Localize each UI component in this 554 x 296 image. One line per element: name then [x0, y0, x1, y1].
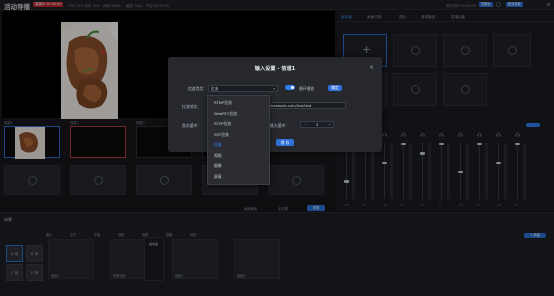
close-icon[interactable]: ×	[369, 64, 374, 71]
channel-type-value: 拉流	[211, 87, 219, 91]
dropdown-option[interactable]: RTMP拉流	[214, 100, 232, 106]
chevron-down-icon: ▾	[273, 87, 275, 91]
dialog-title: 输入设置 - 信道1	[254, 66, 296, 72]
dropdown-option[interactable]: RTSP拉流	[214, 121, 231, 127]
channel-type-dropdown: RTMP拉流 WebRTC拉流 RTSP拉流 SRT拉流拉流视频摄像屏幕	[207, 95, 270, 185]
channel-type-select[interactable]: 拉流 ▾	[208, 85, 278, 92]
input-settings-dialog: 输入设置 - 信道1 × 信道类型： 拉流 ▾ 循环播放 确定 拉流地址： rt…	[168, 57, 382, 152]
initial-buffer-label: 首次缓冲：	[182, 123, 201, 128]
apply-button[interactable]: 确定	[328, 85, 342, 91]
dropdown-option[interactable]: 视频	[214, 153, 222, 159]
channel-type-label: 信道类型：	[188, 86, 207, 91]
plus-icon[interactable]: +	[328, 122, 331, 127]
max-buffer-stepper[interactable]: − 3 +	[300, 121, 334, 128]
loop-toggle[interactable]	[285, 85, 295, 90]
dropdown-option[interactable]: 屏幕	[214, 174, 222, 180]
dropdown-option[interactable]: SRT拉流	[214, 132, 229, 138]
loop-label: 循环播放	[299, 86, 315, 91]
minus-icon[interactable]: −	[304, 122, 307, 127]
max-buffer-label: 最大缓冲：	[270, 123, 289, 128]
dropdown-option[interactable]: 摄像	[214, 163, 222, 169]
dropdown-option[interactable]: 拉流	[214, 142, 222, 148]
dropdown-option[interactable]: WebRTC拉流	[214, 111, 237, 117]
max-buffer-value: 3	[316, 123, 319, 127]
url-label: 拉流地址：	[182, 104, 201, 109]
save-button[interactable]: 保 存	[276, 139, 294, 146]
